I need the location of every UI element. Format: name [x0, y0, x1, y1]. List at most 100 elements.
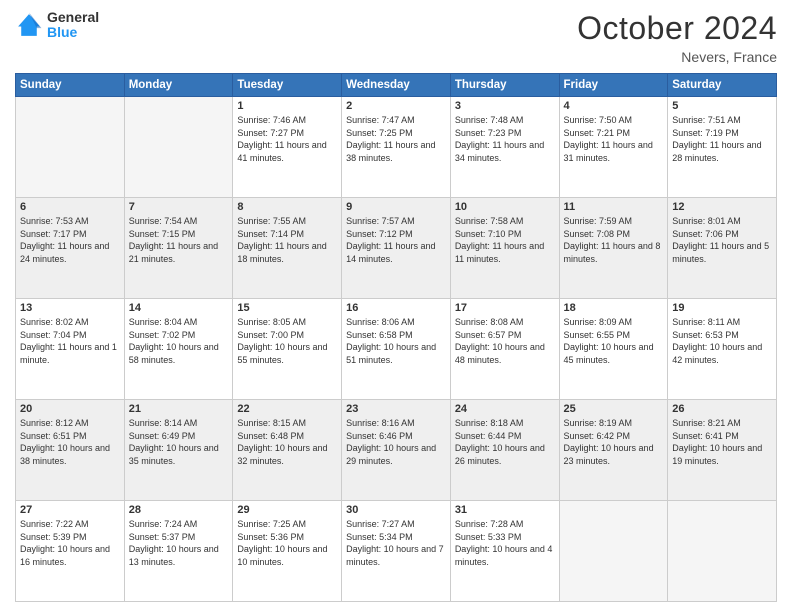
col-thursday: Thursday	[450, 74, 559, 97]
day-number: 1	[237, 100, 337, 112]
calendar-table: Sunday Monday Tuesday Wednesday Thursday…	[15, 73, 777, 602]
cell-daylight-info: Sunrise: 8:19 AM Sunset: 6:42 PM Dayligh…	[564, 417, 664, 467]
col-wednesday: Wednesday	[342, 74, 451, 97]
table-row: 11 Sunrise: 7:59 AM Sunset: 7:08 PM Dayli…	[559, 198, 668, 299]
table-row: 7Sunrise: 7:54 AM Sunset: 7:15 PM Daylig…	[124, 198, 233, 299]
cell-daylight-info: Sunrise: 8:01 AM Sunset: 7:06 PM Dayligh…	[672, 215, 772, 265]
calendar-week-row: 6Sunrise: 7:53 AM Sunset: 7:17 PM Daylig…	[16, 198, 777, 299]
col-tuesday: Tuesday	[233, 74, 342, 97]
day-number: 2	[346, 100, 446, 112]
cell-daylight-info: Sunrise: 8:16 AM Sunset: 6:46 PM Dayligh…	[346, 417, 446, 467]
location: Nevers, France	[577, 49, 777, 65]
cell-daylight-info: Sunrise: 7:46 AM Sunset: 7:27 PM Dayligh…	[237, 114, 337, 164]
logo: General Blue	[15, 10, 99, 41]
cell-daylight-info: Sunrise: 7:55 AM Sunset: 7:14 PM Dayligh…	[237, 215, 337, 265]
cell-daylight-info: Sunrise: 8:09 AM Sunset: 6:55 PM Dayligh…	[564, 316, 664, 366]
cell-daylight-info: Sunrise: 7:50 AM Sunset: 7:21 PM Dayligh…	[564, 114, 664, 164]
table-row: 23 Sunrise: 8:16 AM Sunset: 6:46 PM Dayli…	[342, 400, 451, 501]
table-row: 2 Sunrise: 7:47 AM Sunset: 7:25 PM Daylig…	[342, 97, 451, 198]
table-row: 19 Sunrise: 8:11 AM Sunset: 6:53 PM Dayli…	[668, 299, 777, 400]
day-number: 14	[129, 302, 229, 314]
cell-daylight-info: Sunrise: 7:22 AM Sunset: 5:39 PM Dayligh…	[20, 518, 120, 568]
cell-daylight-info: Sunrise: 7:58 AM Sunset: 7:10 PM Dayligh…	[455, 215, 555, 265]
day-number: 19	[672, 302, 772, 314]
day-number: 18	[564, 302, 664, 314]
day-number: 4	[564, 100, 664, 112]
table-row: 20 Sunrise: 8:12 AM Sunset: 6:51 PM Dayli…	[16, 400, 125, 501]
cell-daylight-info: Sunrise: 7:51 AM Sunset: 7:19 PM Dayligh…	[672, 114, 772, 164]
page: General Blue October 2024 Nevers, France…	[0, 0, 792, 612]
cell-daylight-info: Sunrise: 7:25 AM Sunset: 5:36 PM Dayligh…	[237, 518, 337, 568]
cell-daylight-info: Sunrise: 7:53 AM Sunset: 7:17 PM Dayligh…	[20, 215, 120, 265]
table-row: 14 Sunrise: 8:04 AM Sunset: 7:02 PM Dayli…	[124, 299, 233, 400]
cell-daylight-info: Sunrise: 8:08 AM Sunset: 6:57 PM Dayligh…	[455, 316, 555, 366]
day-number: 21	[129, 403, 229, 415]
table-row: 31 Sunrise: 7:28 AM Sunset: 5:33 PM Dayli…	[450, 501, 559, 602]
cell-daylight-info: Sunrise: 8:02 AM Sunset: 7:04 PM Dayligh…	[20, 316, 120, 366]
month-title: October 2024	[577, 10, 777, 47]
cell-daylight-info: Sunrise: 8:18 AM Sunset: 6:44 PM Dayligh…	[455, 417, 555, 467]
day-number: 3	[455, 100, 555, 112]
day-number: 22	[237, 403, 337, 415]
day-number: 25	[564, 403, 664, 415]
table-row: 30Sunrise: 7:27 AM Sunset: 5:34 PM Dayli…	[342, 501, 451, 602]
table-row: 13Sunrise: 8:02 AM Sunset: 7:04 PM Dayli…	[16, 299, 125, 400]
cell-daylight-info: Sunrise: 8:14 AM Sunset: 6:49 PM Dayligh…	[129, 417, 229, 467]
table-row	[559, 501, 668, 602]
title-block: October 2024 Nevers, France	[577, 10, 777, 65]
col-monday: Monday	[124, 74, 233, 97]
table-row: 16 Sunrise: 8:06 AM Sunset: 6:58 PM Dayli…	[342, 299, 451, 400]
table-row: 24Sunrise: 8:18 AM Sunset: 6:44 PM Dayli…	[450, 400, 559, 501]
header: General Blue October 2024 Nevers, France	[15, 10, 777, 65]
cell-daylight-info: Sunrise: 7:47 AM Sunset: 7:25 PM Dayligh…	[346, 114, 446, 164]
day-number: 16	[346, 302, 446, 314]
table-row	[16, 97, 125, 198]
day-number: 23	[346, 403, 446, 415]
cell-daylight-info: Sunrise: 7:28 AM Sunset: 5:33 PM Dayligh…	[455, 518, 555, 568]
table-row: 26Sunrise: 8:21 AM Sunset: 6:41 PM Dayli…	[668, 400, 777, 501]
day-number: 12	[672, 201, 772, 213]
calendar-week-row: 13Sunrise: 8:02 AM Sunset: 7:04 PM Dayli…	[16, 299, 777, 400]
table-row	[124, 97, 233, 198]
cell-daylight-info: Sunrise: 7:24 AM Sunset: 5:37 PM Dayligh…	[129, 518, 229, 568]
day-number: 9	[346, 201, 446, 213]
table-row: 9Sunrise: 7:57 AM Sunset: 7:12 PM Daylig…	[342, 198, 451, 299]
day-number: 17	[455, 302, 555, 314]
col-sunday: Sunday	[16, 74, 125, 97]
cell-daylight-info: Sunrise: 7:59 AM Sunset: 7:08 PM Dayligh…	[564, 215, 664, 265]
day-number: 20	[20, 403, 120, 415]
table-row: 5Sunrise: 7:51 AM Sunset: 7:19 PM Daylig…	[668, 97, 777, 198]
cell-daylight-info: Sunrise: 7:48 AM Sunset: 7:23 PM Dayligh…	[455, 114, 555, 164]
logo-text: General Blue	[47, 10, 99, 41]
calendar-week-row: 1 Sunrise: 7:46 AM Sunset: 7:27 PM Daylig…	[16, 97, 777, 198]
logo-icon	[15, 11, 43, 39]
cell-daylight-info: Sunrise: 8:11 AM Sunset: 6:53 PM Dayligh…	[672, 316, 772, 366]
cell-daylight-info: Sunrise: 8:15 AM Sunset: 6:48 PM Dayligh…	[237, 417, 337, 467]
calendar-header-row: Sunday Monday Tuesday Wednesday Thursday…	[16, 74, 777, 97]
table-row: 29 Sunrise: 7:25 AM Sunset: 5:36 PM Dayli…	[233, 501, 342, 602]
table-row: 10Sunrise: 7:58 AM Sunset: 7:10 PM Dayli…	[450, 198, 559, 299]
day-number: 8	[237, 201, 337, 213]
table-row: 4 Sunrise: 7:50 AM Sunset: 7:21 PM Daylig…	[559, 97, 668, 198]
day-number: 29	[237, 504, 337, 516]
day-number: 11	[564, 201, 664, 213]
table-row	[668, 501, 777, 602]
day-number: 26	[672, 403, 772, 415]
table-row: 8 Sunrise: 7:55 AM Sunset: 7:14 PM Daylig…	[233, 198, 342, 299]
table-row: 25 Sunrise: 8:19 AM Sunset: 6:42 PM Dayli…	[559, 400, 668, 501]
table-row: 3 Sunrise: 7:48 AM Sunset: 7:23 PM Daylig…	[450, 97, 559, 198]
day-number: 30	[346, 504, 446, 516]
table-row: 6Sunrise: 7:53 AM Sunset: 7:17 PM Daylig…	[16, 198, 125, 299]
cell-daylight-info: Sunrise: 8:06 AM Sunset: 6:58 PM Dayligh…	[346, 316, 446, 366]
cell-daylight-info: Sunrise: 8:04 AM Sunset: 7:02 PM Dayligh…	[129, 316, 229, 366]
col-friday: Friday	[559, 74, 668, 97]
day-number: 7	[129, 201, 229, 213]
day-number: 31	[455, 504, 555, 516]
table-row: 12 Sunrise: 8:01 AM Sunset: 7:06 PM Dayli…	[668, 198, 777, 299]
table-row: 17 Sunrise: 8:08 AM Sunset: 6:57 PM Dayli…	[450, 299, 559, 400]
cell-daylight-info: Sunrise: 8:12 AM Sunset: 6:51 PM Dayligh…	[20, 417, 120, 467]
cell-daylight-info: Sunrise: 8:05 AM Sunset: 7:00 PM Dayligh…	[237, 316, 337, 366]
table-row: 1 Sunrise: 7:46 AM Sunset: 7:27 PM Daylig…	[233, 97, 342, 198]
table-row: 15Sunrise: 8:05 AM Sunset: 7:00 PM Dayli…	[233, 299, 342, 400]
table-row: 27Sunrise: 7:22 AM Sunset: 5:39 PM Dayli…	[16, 501, 125, 602]
